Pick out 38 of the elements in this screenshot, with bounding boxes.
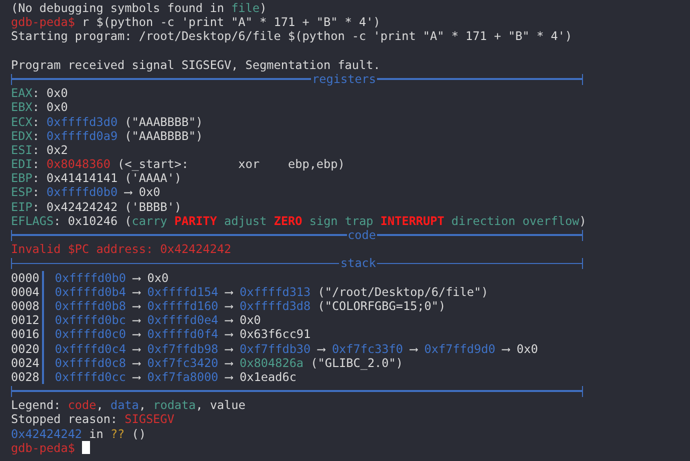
- terminal-line: ESI: 0x2: [11, 142, 68, 158]
- terminal-line: EIP: 0x42424242 ('BBBB'): [11, 200, 182, 214]
- stack-entry: 0xffffd0c0 ⟶ 0xffffd0f4 ⟶ 0x63f6cc91: [54, 327, 311, 342]
- terminal-line: Invalid $PC address: 0x42424242: [11, 242, 232, 256]
- stack-entry: 0xffffd0b0 ⟶ 0x0: [54, 270, 169, 285]
- stack-offset: 0028: [11, 370, 40, 384]
- terminal-line: Starting program: /root/Desktop/6/file $(python -c 'print "A" * 171 + "B" * 4'): [11, 29, 572, 44]
- stack-offset: 0012: [11, 313, 40, 328]
- stack-offset: 0020: [11, 342, 40, 356]
- terminal-line: EBX: 0x0: [11, 100, 68, 115]
- stack-entry: 0xffffd0c4 ⟶ 0xf7ffdb98 ⟶ 0xf7ffdb30 ⟶ 0xf7fc33f0 ⟶ 0xf7ffd9d0 ⟶ 0x0: [54, 342, 538, 356]
- section-label: stack: [339, 256, 377, 271]
- terminal-line: Program received signal SIGSEGV, Segmentation fault.: [11, 58, 380, 72]
- stack-entry: 0xffffd0b4 ⟶ 0xffffd154 ⟶ 0xffffd313 ("/root/Desktop/6/file"): [54, 284, 488, 299]
- stack-offset: 0016: [11, 327, 40, 342]
- terminal-line: ECX: 0xffffd3d0 ("AAABBBB"): [11, 114, 203, 129]
- terminal-line: EFLAGS: 0x10246 (carry PARITY adjust ZERO sign trap INTERRUPT direction overflow): [11, 214, 586, 228]
- terminal-line: EAX: 0x0: [11, 86, 68, 100]
- terminal-line: EDI: 0x8048360 (<_start>: xor ebp,ebp): [11, 157, 345, 172]
- stack-entry: 0xffffd0c8 ⟶ 0xf7fc3420 ⟶ 0x804826a ("GLIBC_2.0"): [54, 356, 403, 370]
- terminal-line: gdb-peda$ r $(python -c 'print "A" * 171 + "B" * 4'): [11, 15, 380, 30]
- stack-offset: 0000: [11, 270, 40, 285]
- section-label: registers: [311, 72, 377, 86]
- terminal-line: Legend: code, data, rodata, value: [11, 398, 246, 412]
- stack-offset: 0008: [11, 298, 40, 314]
- stack-entry: 0xffffd0bc ⟶ 0xffffd0e4 ⟶ 0x0: [54, 313, 261, 328]
- terminal-line: Stopped reason: SIGSEGV: [11, 412, 174, 427]
- stack-entry: 0xffffd0b8 ⟶ 0xffffd160 ⟶ 0xffffd3d8 ("COLORFGBG=15;0"): [54, 298, 446, 314]
- stack-offset: 0004: [11, 284, 40, 299]
- terminal-line: EDX: 0xffffd0a9 ("AAABBBB"): [11, 128, 203, 143]
- terminal-line: (No debugging symbols found in file): [11, 1, 267, 16]
- section-label: code: [346, 228, 377, 242]
- terminal-line: EBP: 0x41414141 ('AAAA'): [11, 171, 182, 186]
- terminal-line: ESP: 0xffffd0b0 ⟶ 0x0: [11, 185, 160, 200]
- terminal-line: 0x42424242 in ?? (): [11, 426, 146, 441]
- terminal-line: gdb-peda$: [11, 440, 75, 456]
- stack-entry: 0xffffd0cc ⟶ 0xf7fa8000 ⟶ 0x1ead6c: [54, 370, 296, 384]
- stack-offset: 0024: [11, 356, 40, 370]
